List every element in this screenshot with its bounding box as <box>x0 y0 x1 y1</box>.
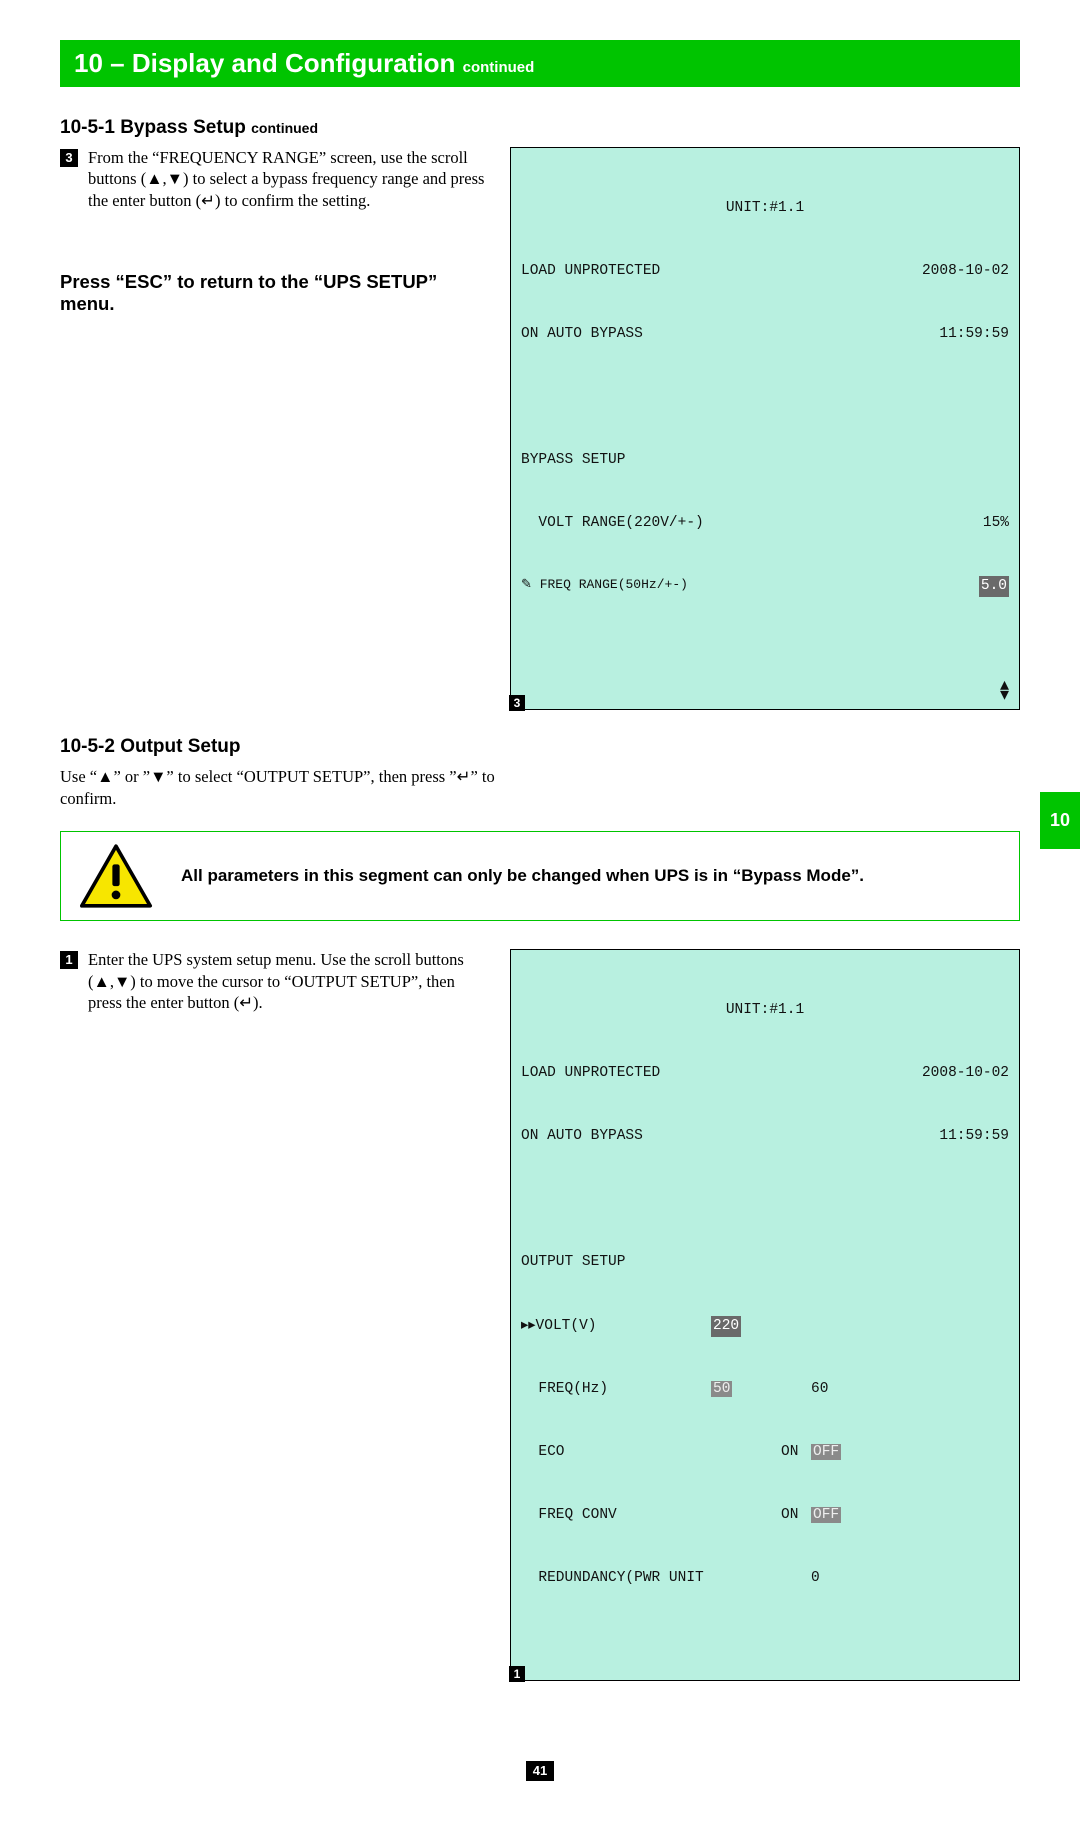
step-text: From the “FREQUENCY RANGE” screen, use t… <box>88 147 490 211</box>
chapter-header: 10 – Display and Configuration continued <box>60 40 1020 87</box>
step-text: Enter the UPS system setup menu. Use the… <box>88 949 490 1013</box>
chapter-continued: continued <box>463 59 535 76</box>
section-2-title: 10-5-2 Output Setup <box>60 736 1020 758</box>
lcd-screen-bypass: UNIT:#1.1 LOAD UNPROTECTED2008-10-02 ON … <box>510 147 1020 710</box>
step-3: 3 From the “FREQUENCY RANGE” screen, use… <box>60 147 490 211</box>
section-1-title: 10-5-1 Bypass Setup continued <box>60 117 1020 139</box>
esc-note: Press “ESC” to return to the “UPS SETUP”… <box>60 271 490 315</box>
section-tab: 10 <box>1040 792 1080 849</box>
warning-text: All parameters in this segment can only … <box>181 865 864 887</box>
step-number: 3 <box>60 149 78 167</box>
screen-unit: UNIT:#1.1 <box>521 1000 1009 1021</box>
section-2-intro: Use “▲” or ”▼” to select “OUTPUT SETUP”,… <box>60 766 520 809</box>
page-number: 41 <box>526 1761 554 1781</box>
screen-unit: UNIT:#1.1 <box>521 198 1009 219</box>
warning-box: All parameters in this segment can only … <box>60 831 1020 921</box>
screen-caption: 3 <box>509 695 525 711</box>
screen-caption: 1 <box>509 1666 525 1682</box>
scroll-indicator-icon: ▴▾ <box>1000 682 1009 702</box>
step-1: 1 Enter the UPS system setup menu. Use t… <box>60 949 490 1013</box>
lcd-screen-output: UNIT:#1.1 LOAD UNPROTECTED2008-10-02 ON … <box>510 949 1020 1681</box>
step-number: 1 <box>60 951 78 969</box>
chapter-title: 10 – Display and Configuration <box>74 48 455 78</box>
warning-icon <box>79 844 153 908</box>
